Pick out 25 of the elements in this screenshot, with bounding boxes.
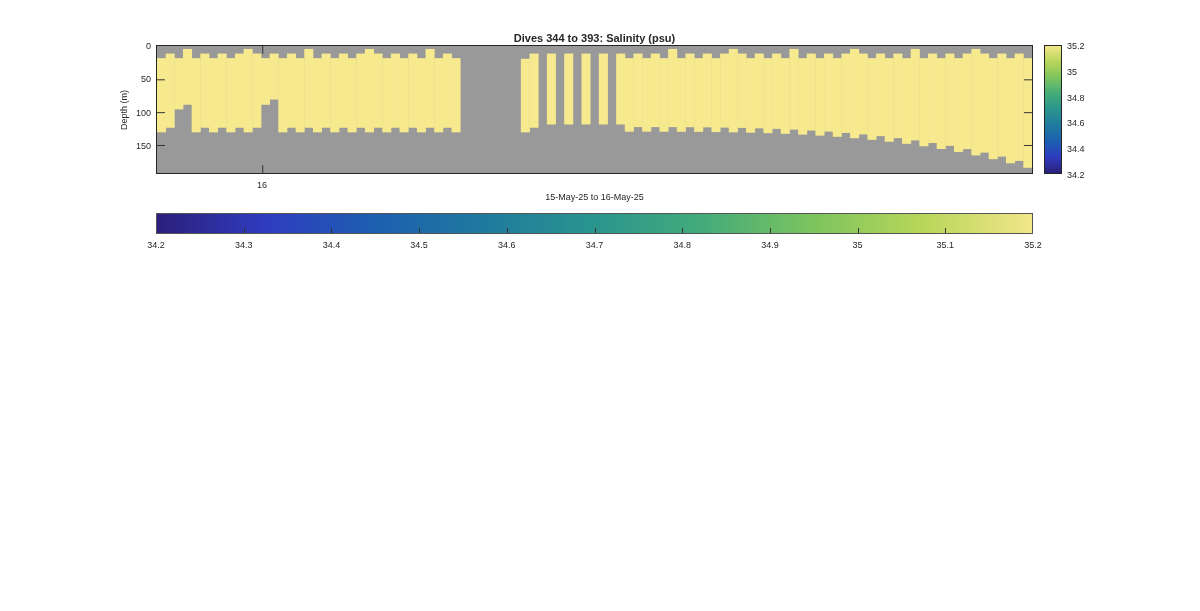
colorbar-tick-label: 35.2 [1024,240,1042,250]
y-axis-label: Depth (m) [119,90,129,130]
colorbar-tick-label: 35 [1067,66,1077,77]
colorbar-tick-label: 34.5 [410,240,428,250]
y-tick-label: 100 [135,107,151,118]
x-axis-label: 15-May-25 to 16-May-25 [545,192,644,202]
colorbar-tick-label: 35 [852,240,863,250]
x-tick-label: 16 [257,180,267,190]
colorbar-tick-label: 34.2 [1067,170,1085,180]
y-tick-label: 150 [135,141,151,152]
colorbar-tick-label: 34.7 [585,240,604,250]
colorbar-tick-label: 34.8 [673,240,691,250]
colorbar-tick-label: 34.4 [1067,144,1085,155]
colorbar-tick-label: 34.3 [234,240,253,250]
chart-title: Dives 344 to 393: Salinity (psu) [513,32,676,44]
y-tick-label: 0 [146,41,151,51]
colorbar-tick-label: 35.1 [936,240,955,250]
colorbar-tick-label: 34.4 [322,240,341,250]
colorbar-tick-label: 34.9 [761,240,779,250]
colorbar-tick-label: 34.8 [1067,92,1085,103]
y-tick-label: 50 [141,74,151,85]
colorbar-tick-label: 35.2 [1067,41,1085,51]
colorbar-tick-label: 34.6 [1067,118,1085,129]
colorbar-tick-label: 34.6 [498,240,516,250]
colorbar-tick-label: 34.2 [147,240,165,250]
